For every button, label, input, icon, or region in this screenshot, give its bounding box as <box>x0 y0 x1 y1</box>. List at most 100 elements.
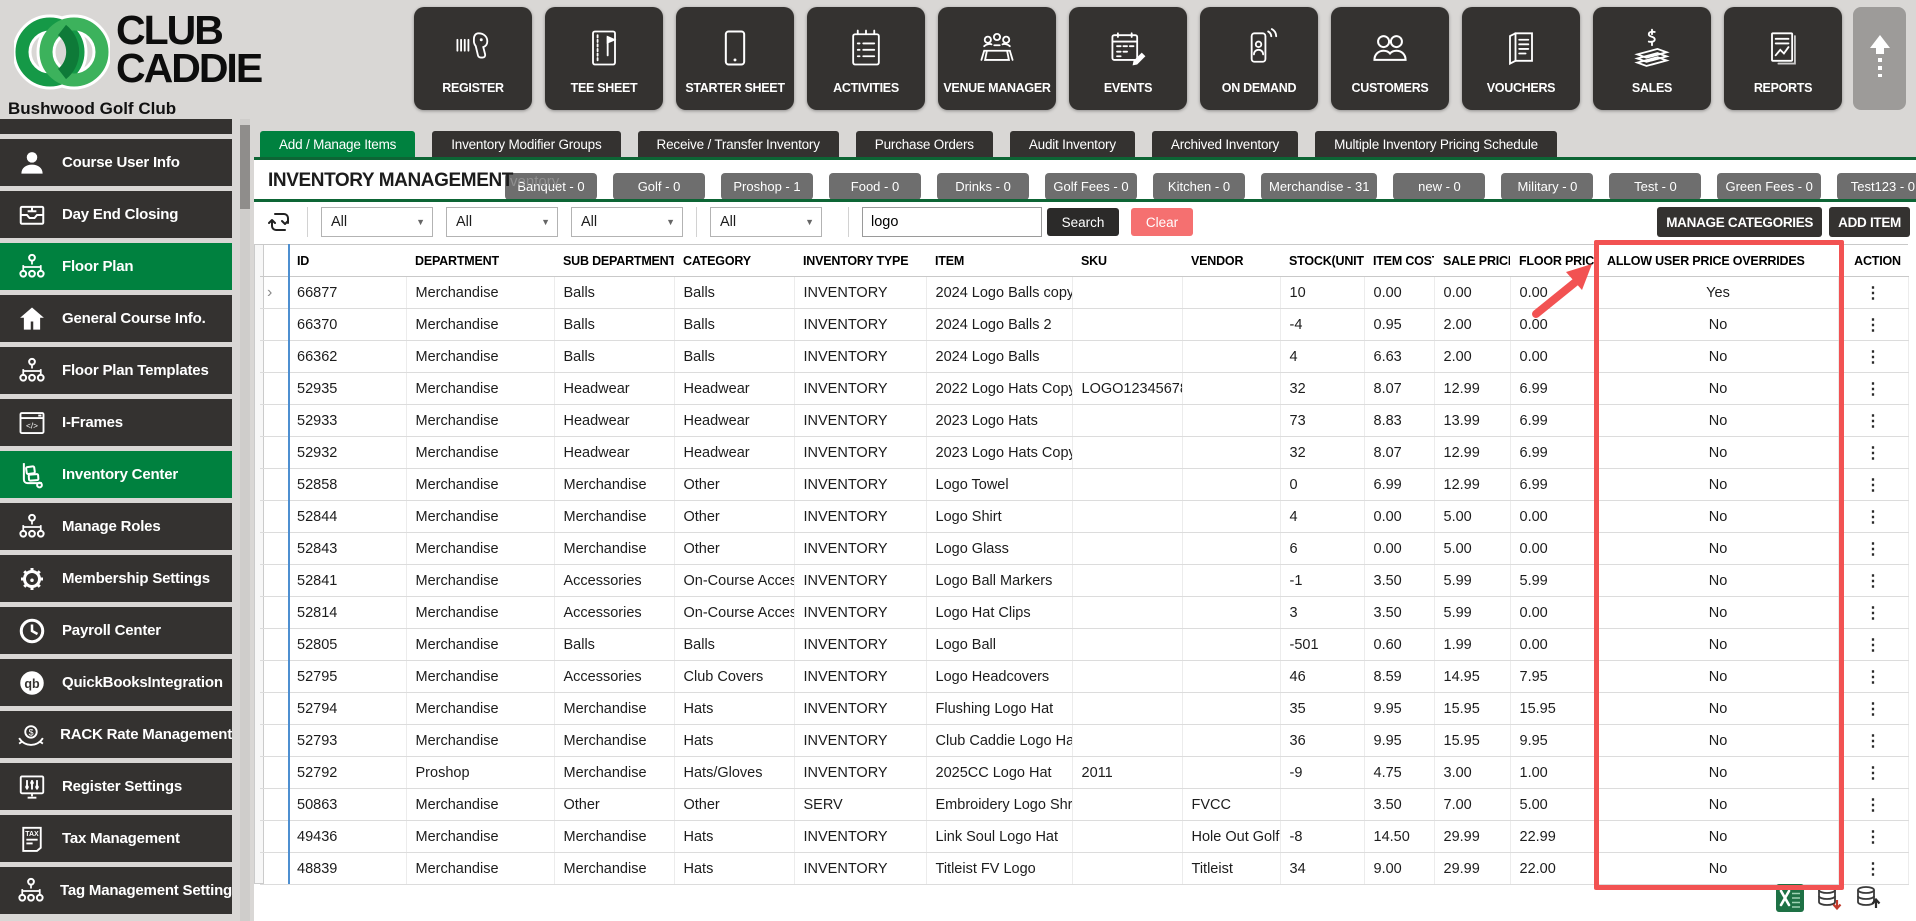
nav-sales-button[interactable]: SALES <box>1593 7 1711 110</box>
kebab-menu-icon[interactable]: ⋮ <box>1865 285 1881 302</box>
kebab-menu-icon[interactable]: ⋮ <box>1865 701 1881 718</box>
column-header-item[interactable]: ITEM <box>926 244 1072 277</box>
nav-events-button[interactable]: EVENTS <box>1069 7 1187 110</box>
category-pill-food-0[interactable]: Food - 0 <box>829 173 921 200</box>
nav-activities-button[interactable]: ACTIVITIES <box>807 7 925 110</box>
column-header-allow-user-price-overrides[interactable]: ALLOW USER PRICE OVERRIDES <box>1598 244 1838 277</box>
coins-export-down-icon[interactable] <box>1815 884 1843 912</box>
nav-customers-button[interactable]: CUSTOMERS <box>1331 7 1449 110</box>
nav-starter-sheet-button[interactable]: STARTER SHEET <box>676 7 794 110</box>
category-pill-test123-0[interactable]: Test123 - 0 <box>1836 173 1916 200</box>
kebab-menu-icon[interactable]: ⋮ <box>1865 797 1881 814</box>
kebab-menu-icon[interactable]: ⋮ <box>1865 829 1881 846</box>
kebab-menu-icon[interactable]: ⋮ <box>1865 765 1881 782</box>
sidebar-item-register-settings[interactable]: Register Settings <box>0 763 232 810</box>
tab-receive-transfer-inventory[interactable]: Receive / Transfer Inventory <box>637 131 839 157</box>
sidebar-item-i-frames[interactable]: </> I-Frames <box>0 399 232 446</box>
kebab-menu-icon[interactable]: ⋮ <box>1865 605 1881 622</box>
tab-inventory-modifier-groups[interactable]: Inventory Modifier Groups <box>432 131 621 157</box>
cell-allow-override: No <box>1598 532 1839 565</box>
sidebar-item-manage-roles[interactable]: Manage Roles <box>0 503 232 550</box>
category-pill-drinks-0[interactable]: Drinks - 0 <box>937 173 1029 200</box>
nav-on-demand-button[interactable]: ON DEMAND <box>1200 7 1318 110</box>
kebab-menu-icon[interactable]: ⋮ <box>1865 733 1881 750</box>
column-header-stock-unit[interactable]: STOCK(UNIT) <box>1280 244 1364 277</box>
sidebar-item-membership-settings[interactable]: Membership Settings <box>0 555 232 602</box>
tab-add-manage-items[interactable]: Add / Manage Items <box>260 131 416 157</box>
scroll-top-button[interactable] <box>1853 7 1906 110</box>
column-header-sub-department[interactable]: SUB DEPARTMENT <box>554 244 674 277</box>
excel-export-icon[interactable] <box>1776 884 1804 912</box>
column-header-sku[interactable]: SKU <box>1072 244 1182 277</box>
column-header-id[interactable]: ID <box>288 244 406 277</box>
manage-categories-button[interactable]: MANAGE CATEGORIES <box>1657 207 1823 237</box>
filter-dropdown-2[interactable]: All ▼ <box>446 207 558 237</box>
kebab-menu-icon[interactable]: ⋮ <box>1865 349 1881 366</box>
kebab-menu-icon[interactable]: ⋮ <box>1865 861 1881 878</box>
nav-register-button[interactable]: REGISTER <box>414 7 532 110</box>
category-pill-test-0[interactable]: Test - 0 <box>1609 173 1702 200</box>
sidebar-item-payroll-center[interactable]: Payroll Center <box>0 607 232 654</box>
nav-venue-manager-button[interactable]: VENUE MANAGER <box>938 7 1056 110</box>
kebab-menu-icon[interactable]: ⋮ <box>1865 541 1881 558</box>
nav-tee-sheet-button[interactable]: TEE SHEET <box>545 7 663 110</box>
category-pill-kitchen-0[interactable]: Kitchen - 0 <box>1153 173 1245 200</box>
clear-button[interactable]: Clear <box>1131 208 1193 236</box>
sidebar-item-partial[interactable] <box>0 119 232 134</box>
column-header-inventory-type[interactable]: INVENTORY TYPE <box>794 244 926 277</box>
column-header-department[interactable]: DEPARTMENT <box>406 244 554 277</box>
search-button[interactable]: Search <box>1047 208 1119 236</box>
filter-dropdown-3[interactable]: All ▼ <box>571 207 683 237</box>
column-header-category[interactable]: CATEGORY <box>674 244 794 277</box>
sidebar-item-floor-plan-templates[interactable]: Floor Plan Templates <box>0 347 232 394</box>
tab-archived-inventory[interactable]: Archived Inventory <box>1151 131 1299 157</box>
tab-audit-inventory[interactable]: Audit Inventory <box>1009 131 1135 157</box>
sidebar-item-quickbooksintegration[interactable]: qb QuickBooksIntegration <box>0 659 232 706</box>
sidebar-item-label: Inventory Center <box>62 466 178 483</box>
cell-item: 2024 Logo Balls <box>926 340 1073 373</box>
nav-vouchers-button[interactable]: VOUCHERS <box>1462 7 1580 110</box>
kebab-menu-icon[interactable]: ⋮ <box>1865 573 1881 590</box>
category-pill-proshop-1[interactable]: Proshop - 1 <box>721 173 813 200</box>
category-pill-merchandise-31[interactable]: Merchandise - 31 <box>1261 173 1378 200</box>
filter-dropdown-4[interactable]: All ▼ <box>710 207 822 237</box>
category-pill-green-fees-0[interactable]: Green Fees - 0 <box>1717 173 1821 200</box>
add-item-button[interactable]: ADD ITEM <box>1829 207 1910 237</box>
category-pill-golf-0[interactable]: Golf - 0 <box>613 173 705 200</box>
sidebar-item-floor-plan[interactable]: Floor Plan <box>0 243 232 290</box>
category-pill-golf-fees-0[interactable]: Golf Fees - 0 <box>1045 173 1137 200</box>
cell-vendor <box>1182 436 1281 469</box>
search-input[interactable] <box>862 207 1042 237</box>
sidebar-scrollbar-thumb[interactable] <box>240 125 250 209</box>
column-header-floor-price[interactable]: FLOOR PRICE <box>1510 244 1598 277</box>
sidebar-item-inventory-center[interactable]: Inventory Center <box>0 451 232 498</box>
kebab-menu-icon[interactable]: ⋮ <box>1865 509 1881 526</box>
kebab-menu-icon[interactable]: ⋮ <box>1865 669 1881 686</box>
tab-multiple-inventory-pricing-schedule[interactable]: Multiple Inventory Pricing Schedule <box>1315 131 1557 157</box>
kebab-menu-icon[interactable]: ⋮ <box>1865 477 1881 494</box>
kebab-menu-icon[interactable]: ⋮ <box>1865 317 1881 334</box>
kebab-menu-icon[interactable]: ⋮ <box>1865 381 1881 398</box>
sidebar-item-tag-management-setting[interactable]: Tag Management Setting <box>0 867 232 914</box>
category-pill-military-0[interactable]: Military - 0 <box>1501 173 1594 200</box>
coins-export-up-icon[interactable] <box>1854 884 1882 912</box>
sidebar-item-course-user-info[interactable]: Course User Info <box>0 139 232 186</box>
sidebar-item-general-course-info[interactable]: General Course Info. <box>0 295 232 342</box>
sidebar-item-tax-management[interactable]: TAX Tax Management <box>0 815 232 862</box>
kebab-menu-icon[interactable]: ⋮ <box>1865 413 1881 430</box>
filter-dropdown-1[interactable]: All ▼ <box>321 207 433 237</box>
sidebar-scrollbar[interactable] <box>240 119 250 921</box>
column-header-vendor[interactable]: VENDOR <box>1182 244 1280 277</box>
tab-purchase-orders[interactable]: Purchase Orders <box>855 131 993 157</box>
nav-reports-button[interactable]: REPORTS <box>1724 7 1842 110</box>
column-header-item-cost[interactable]: ITEM COST <box>1364 244 1434 277</box>
kebab-menu-icon[interactable]: ⋮ <box>1865 445 1881 462</box>
refresh-loop-icon[interactable] <box>266 208 294 236</box>
kebab-menu-icon[interactable]: ⋮ <box>1865 637 1881 654</box>
sidebar-item-rack-rate-management[interactable]: $ RACK Rate Management <box>0 711 232 758</box>
column-header-sale-price[interactable]: SALE PRICE <box>1434 244 1510 277</box>
category-pill-new-0[interactable]: new - 0 <box>1393 173 1486 200</box>
column-header-action[interactable]: ACTION <box>1838 244 1908 277</box>
row-expander[interactable]: › <box>260 276 288 309</box>
sidebar-item-day-end-closing[interactable]: Day End Closing <box>0 191 232 238</box>
